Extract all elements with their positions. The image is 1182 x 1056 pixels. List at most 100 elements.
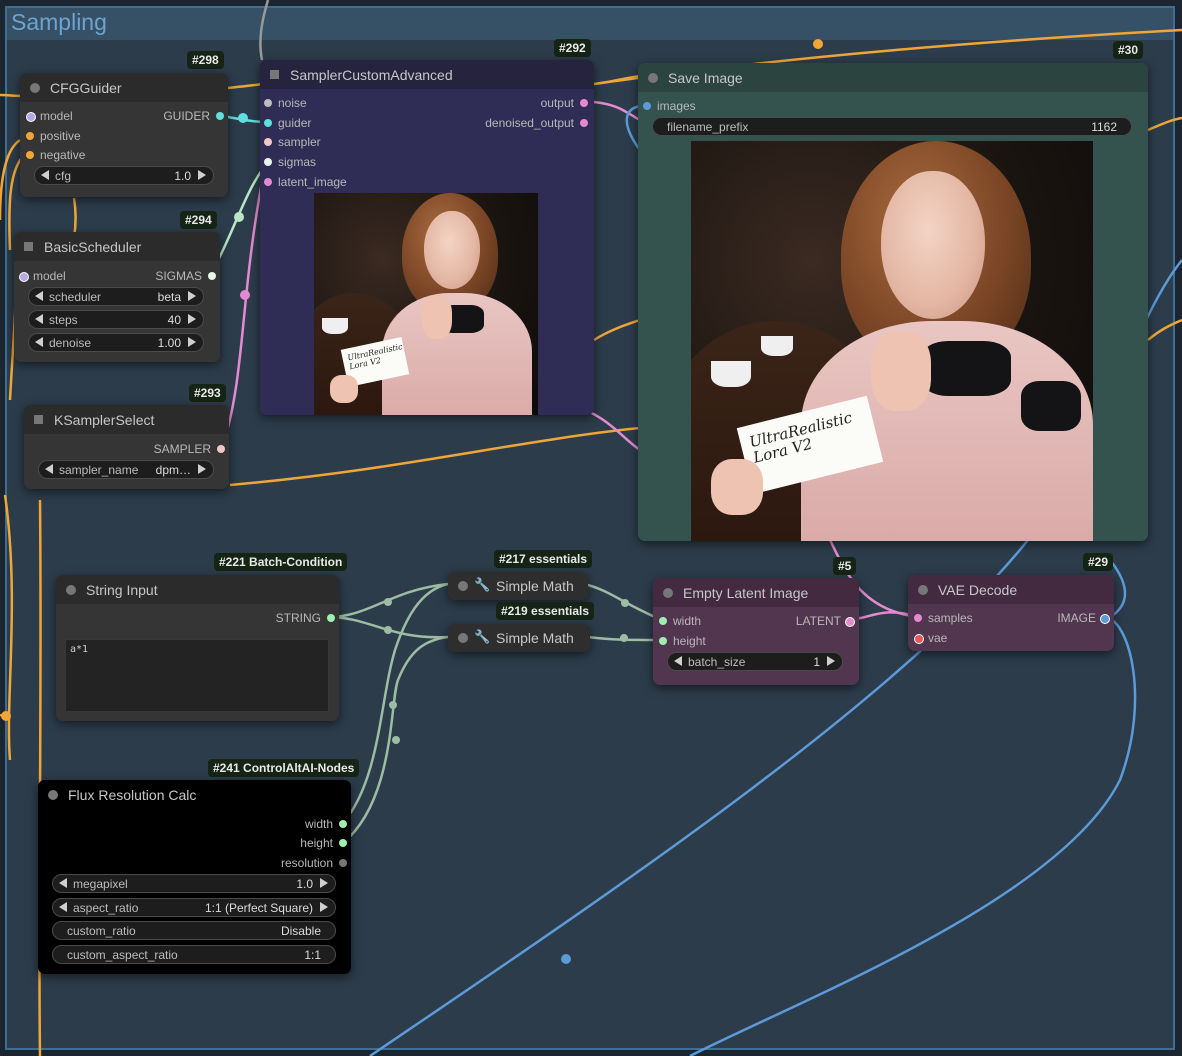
arrow-left-icon[interactable] bbox=[35, 314, 43, 324]
collapse-dot-icon[interactable] bbox=[648, 73, 658, 83]
port-label: model bbox=[40, 109, 73, 123]
string-input-node[interactable]: String Input STRING a*1 bbox=[56, 575, 339, 721]
arrow-right-icon[interactable] bbox=[320, 902, 328, 912]
vae-decode-node[interactable]: VAE Decode samples vae IMAGE bbox=[908, 575, 1114, 651]
node-header[interactable]: VAE Decode bbox=[908, 575, 1114, 604]
arrow-right-icon[interactable] bbox=[188, 337, 196, 347]
filename-prefix-widget[interactable]: filename_prefix 1162 bbox=[652, 117, 1132, 136]
save-image-node[interactable]: Save Image images filename_prefix 1162 U… bbox=[638, 63, 1148, 541]
arrow-left-icon[interactable] bbox=[674, 656, 682, 666]
basic-scheduler-node[interactable]: BasicScheduler model SIGMAS scheduler be… bbox=[14, 232, 220, 362]
empty-latent-image-node[interactable]: Empty Latent Image width height LATENT b… bbox=[653, 578, 859, 685]
output-height[interactable]: height bbox=[300, 836, 347, 850]
arrow-right-icon[interactable] bbox=[198, 170, 206, 180]
string-textarea[interactable]: a*1 bbox=[65, 639, 329, 712]
input-vae[interactable]: vae bbox=[914, 631, 947, 645]
output-sigmas[interactable]: SIGMAS bbox=[155, 269, 216, 283]
input-sigmas[interactable]: sigmas bbox=[264, 155, 316, 169]
collapse-dot-icon[interactable] bbox=[458, 581, 468, 591]
steps-widget[interactable]: steps 40 bbox=[28, 310, 204, 329]
sampler-name-widget[interactable]: sampler_name dpm… bbox=[38, 460, 214, 479]
output-denoised[interactable]: denoised_output bbox=[485, 116, 588, 130]
output-latent[interactable]: LATENT bbox=[796, 614, 855, 628]
flux-resolution-calc-node[interactable]: Flux Resolution Calc width height resolu… bbox=[38, 780, 351, 974]
batch-size-widget[interactable]: batch_size 1 bbox=[667, 652, 843, 671]
node-header[interactable]: SamplerCustomAdvanced bbox=[260, 60, 594, 89]
collapse-square-icon[interactable] bbox=[34, 415, 43, 424]
node-header[interactable]: Save Image bbox=[638, 63, 1148, 92]
port-label: guider bbox=[278, 116, 312, 130]
group-title-bar[interactable]: Sampling bbox=[7, 8, 1173, 40]
arrow-right-icon[interactable] bbox=[320, 878, 328, 888]
input-images[interactable]: images bbox=[643, 99, 696, 113]
collapse-square-icon[interactable] bbox=[24, 242, 33, 251]
aspect-ratio-widget[interactable]: aspect_ratio 1:1 (Perfect Square) bbox=[52, 898, 336, 917]
arrow-left-icon[interactable] bbox=[59, 902, 67, 912]
output-sampler[interactable]: SAMPLER bbox=[154, 442, 225, 456]
input-width[interactable]: width bbox=[659, 614, 701, 628]
input-negative[interactable]: negative bbox=[26, 148, 85, 162]
cfg-guider-node[interactable]: CFGGuider model positive negative GUIDER… bbox=[20, 73, 228, 197]
widget-label: filename_prefix bbox=[667, 120, 749, 134]
cfg-widget[interactable]: cfg 1.0 bbox=[34, 166, 214, 185]
arrow-right-icon[interactable] bbox=[198, 464, 206, 474]
collapse-dot-icon[interactable] bbox=[66, 585, 76, 595]
node-id-badge: #298 bbox=[187, 51, 224, 69]
collapse-dot-icon[interactable] bbox=[30, 83, 40, 93]
megapixel-widget[interactable]: megapixel 1.0 bbox=[52, 874, 336, 893]
sampler-custom-advanced-node[interactable]: SamplerCustomAdvanced noise guider sampl… bbox=[260, 60, 594, 415]
node-title: KSamplerSelect bbox=[54, 412, 155, 428]
node-header[interactable]: KSamplerSelect bbox=[24, 405, 229, 434]
scheduler-widget[interactable]: scheduler beta bbox=[28, 287, 204, 306]
input-positive[interactable]: positive bbox=[26, 129, 81, 143]
denoise-widget[interactable]: denoise 1.00 bbox=[28, 333, 204, 352]
collapse-square-icon[interactable] bbox=[270, 70, 279, 79]
node-header[interactable]: Empty Latent Image bbox=[653, 578, 859, 607]
output-guider[interactable]: GUIDER bbox=[163, 109, 224, 123]
widget-value: 40 bbox=[167, 313, 181, 327]
output-width[interactable]: width bbox=[305, 817, 347, 831]
group-title: Sampling bbox=[11, 9, 107, 35]
arrow-left-icon[interactable] bbox=[35, 291, 43, 301]
input-latent-image[interactable]: latent_image bbox=[264, 175, 347, 189]
input-model[interactable]: model bbox=[19, 269, 66, 283]
simple-math-node[interactable]: 🔧 Simple Math bbox=[448, 572, 588, 600]
output-output[interactable]: output bbox=[541, 96, 588, 110]
node-title: BasicScheduler bbox=[44, 239, 142, 255]
custom-aspect-ratio-field[interactable]: custom_aspect_ratio 1:1 bbox=[52, 945, 336, 964]
input-samples[interactable]: samples bbox=[914, 611, 973, 625]
widget-label: custom_aspect_ratio bbox=[67, 948, 178, 962]
collapse-dot-icon[interactable] bbox=[48, 790, 58, 800]
widget-value: 1:1 (Perfect Square) bbox=[204, 901, 313, 915]
simple-math-node[interactable]: 🔧 Simple Math bbox=[448, 624, 590, 652]
node-header[interactable]: 🔧 Simple Math bbox=[448, 572, 588, 600]
node-header[interactable]: CFGGuider bbox=[20, 73, 228, 102]
input-model[interactable]: model bbox=[26, 109, 73, 123]
arrow-right-icon[interactable] bbox=[188, 291, 196, 301]
output-resolution[interactable]: resolution bbox=[281, 856, 347, 870]
node-header[interactable]: String Input bbox=[56, 575, 339, 604]
collapse-dot-icon[interactable] bbox=[918, 585, 928, 595]
node-id-badge: #292 bbox=[554, 39, 591, 57]
arrow-left-icon[interactable] bbox=[35, 337, 43, 347]
node-header[interactable]: 🔧 Simple Math bbox=[448, 624, 590, 652]
input-guider[interactable]: guider bbox=[264, 116, 311, 130]
input-sampler[interactable]: sampler bbox=[264, 135, 321, 149]
arrow-right-icon[interactable] bbox=[188, 314, 196, 324]
custom-ratio-toggle[interactable]: custom_ratio Disable bbox=[52, 921, 336, 940]
input-noise[interactable]: noise bbox=[264, 96, 307, 110]
arrow-left-icon[interactable] bbox=[45, 464, 53, 474]
input-height[interactable]: height bbox=[659, 634, 706, 648]
node-header[interactable]: BasicScheduler bbox=[14, 232, 220, 261]
node-title: Save Image bbox=[668, 70, 743, 86]
node-id-badge: #293 bbox=[189, 384, 226, 402]
ksampler-select-node[interactable]: KSamplerSelect SAMPLER sampler_name dpm… bbox=[24, 405, 229, 489]
collapse-dot-icon[interactable] bbox=[663, 588, 673, 598]
node-header[interactable]: Flux Resolution Calc bbox=[38, 780, 351, 809]
arrow-right-icon[interactable] bbox=[827, 656, 835, 666]
output-string[interactable]: STRING bbox=[276, 611, 335, 625]
arrow-left-icon[interactable] bbox=[41, 170, 49, 180]
output-image[interactable]: IMAGE bbox=[1057, 611, 1110, 625]
arrow-left-icon[interactable] bbox=[59, 878, 67, 888]
collapse-dot-icon[interactable] bbox=[458, 633, 468, 643]
